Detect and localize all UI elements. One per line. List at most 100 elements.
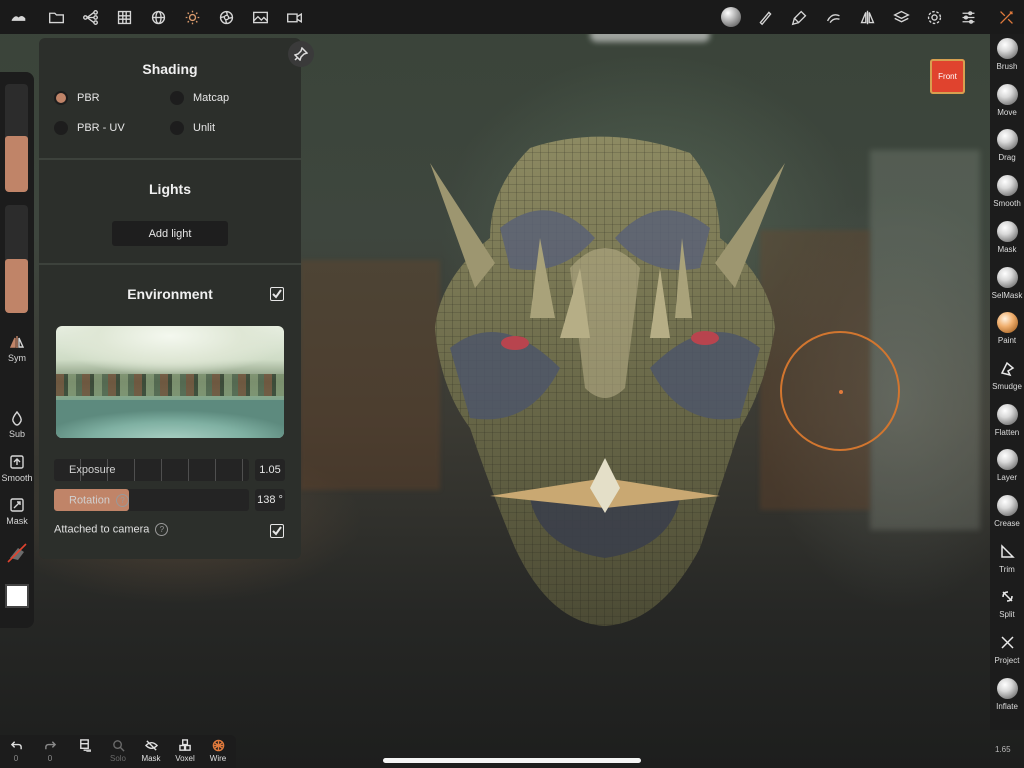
paint-color-swatch[interactable] [5, 584, 29, 608]
lighting-icon[interactable] [180, 5, 204, 29]
paint-icon[interactable] [787, 5, 811, 29]
exposure-label: Exposure [69, 464, 116, 476]
tool-brush[interactable]: Brush [990, 38, 1024, 71]
section-divider [39, 263, 301, 265]
tool-paint[interactable]: Paint [990, 312, 1024, 345]
inflate-tool-icon [996, 677, 1018, 699]
help-icon[interactable]: ? [155, 523, 169, 536]
mask-shortcut-button[interactable]: Mask [0, 497, 34, 526]
voxel-button[interactable]: Voxel [169, 739, 201, 763]
attached-to-camera-row: Attached to camera? [54, 523, 169, 536]
tool-layer[interactable]: Layer [990, 449, 1024, 482]
smooth-tool-icon [996, 175, 1018, 197]
environment-hdri-preview[interactable] [56, 326, 284, 438]
move-tool-icon [996, 83, 1018, 105]
shading-title: Shading [142, 61, 198, 77]
mask-visibility-button[interactable]: Mask [135, 739, 167, 763]
symmetry-icon[interactable] [855, 5, 879, 29]
undo-icon [9, 739, 23, 753]
wireframe-label: Wire [209, 754, 227, 763]
tool-label: Paint [997, 336, 1017, 346]
shading-option-matcap[interactable]: Matcap [170, 91, 229, 105]
mesh-list-button[interactable] [68, 739, 100, 754]
mesh-list-icon [77, 739, 91, 753]
wire-sphere-icon [211, 739, 225, 753]
environment-title: Environment [127, 286, 213, 302]
eraser-icon[interactable] [6, 542, 28, 564]
tool-label: Crease [994, 519, 1020, 528]
shading-option-label: Matcap [193, 92, 230, 104]
attached-to-camera-checkbox[interactable] [270, 524, 284, 538]
symmetry-toggle[interactable]: Sym [0, 334, 34, 363]
tool-mask[interactable]: Mask [990, 220, 1024, 254]
tool-selmask[interactable]: SelMask [990, 266, 1024, 300]
tool-trim[interactable]: Trim [990, 541, 1024, 574]
project-icon [997, 632, 1018, 653]
voxel-icon [178, 739, 192, 753]
version-label: 1.65 [995, 745, 1011, 754]
trim-icon [997, 541, 1018, 562]
radius-slider[interactable] [5, 84, 28, 192]
tool-flatten[interactable]: Flatten [990, 403, 1024, 437]
shading-option-pbr-uv[interactable]: PBR - UV [54, 121, 125, 135]
brush-stroke-icon[interactable] [753, 5, 777, 29]
sculpt-model[interactable] [420, 128, 790, 628]
tool-drag[interactable]: Drag [990, 129, 1024, 162]
sliders-icon[interactable] [956, 5, 980, 29]
radio-unselected-icon [170, 91, 184, 105]
help-icon[interactable]: ? [115, 494, 129, 507]
tool-label: Trim [999, 564, 1015, 574]
postprocess-icon[interactable] [214, 5, 238, 29]
home-indicator[interactable] [383, 758, 641, 763]
redo-count: 0 [47, 754, 53, 763]
material-icon[interactable] [821, 5, 845, 29]
add-light-button[interactable]: Add light [112, 221, 228, 246]
view-cube-front[interactable]: Front [930, 59, 965, 94]
video-icon[interactable] [282, 5, 306, 29]
tool-move[interactable]: Move [990, 83, 1024, 117]
smooth-shortcut-button[interactable]: Smooth [0, 454, 34, 483]
hdri-shelves [56, 374, 284, 396]
folder-icon[interactable] [44, 5, 68, 29]
scene-tree-icon[interactable] [78, 5, 102, 29]
pin-panel-button[interactable] [288, 41, 314, 67]
environment-enabled-checkbox[interactable] [270, 287, 284, 301]
undo-count: 0 [13, 754, 19, 763]
settings-icon[interactable] [922, 5, 946, 29]
checkmark-icon [272, 289, 282, 299]
tool-inflate[interactable]: Inflate [990, 677, 1024, 711]
tool-crease[interactable]: Crease [990, 495, 1024, 528]
shading-option-label: Unlit [193, 122, 216, 134]
nomad-logo-icon[interactable] [6, 5, 30, 29]
redo-icon [43, 739, 57, 753]
wireframe-button[interactable]: Wire [202, 739, 234, 763]
tools-icon[interactable] [994, 5, 1018, 29]
exposure-slider[interactable]: Exposure [54, 459, 249, 481]
selmask-tool-icon [996, 266, 1018, 288]
tool-split[interactable]: Split [990, 586, 1024, 619]
topology-icon[interactable] [112, 5, 136, 29]
intensity-slider[interactable] [5, 205, 28, 313]
layers-icon[interactable] [889, 5, 913, 29]
redo-button[interactable]: 0 [34, 739, 66, 763]
subdivide-button[interactable]: Sub [0, 410, 34, 439]
bottom-toolbar: 0 0 Solo Mask Voxel Wire [0, 735, 236, 768]
rotation-value[interactable]: 138 ° [255, 489, 285, 511]
tool-label: Smudge [992, 381, 1022, 391]
solo-button[interactable]: Solo [102, 739, 134, 763]
undo-button[interactable]: 0 [0, 739, 32, 763]
background-image-icon[interactable] [248, 5, 272, 29]
tool-smooth[interactable]: Smooth [990, 175, 1024, 208]
tool-project[interactable]: Project [990, 632, 1024, 665]
rotation-slider[interactable]: Rotation? [54, 489, 249, 511]
tool-label: Move [997, 107, 1017, 117]
matcap-ball-icon[interactable] [719, 5, 743, 29]
tool-label: Flatten [994, 427, 1020, 437]
exposure-value[interactable]: 1.05 [255, 459, 285, 481]
tool-smudge[interactable]: Smudge [990, 358, 1024, 391]
left-tool-strip: Sym Sub Smooth Mask [0, 72, 34, 628]
tool-label: Layer [996, 473, 1017, 483]
shading-option-unlit[interactable]: Unlit [170, 121, 215, 135]
wireframe-sphere-icon[interactable] [146, 5, 170, 29]
shading-option-pbr[interactable]: PBR [54, 91, 100, 105]
